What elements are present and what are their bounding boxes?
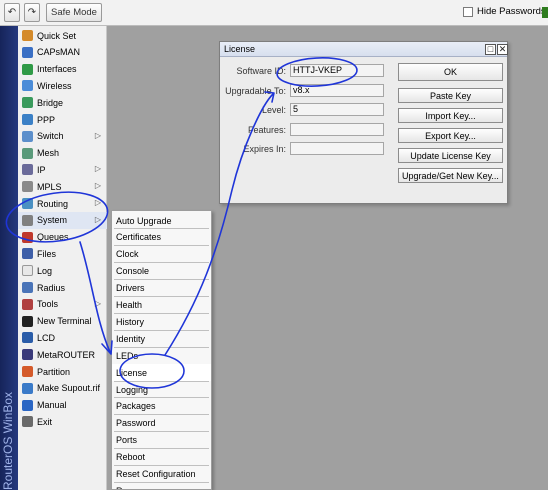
circle-license-item [119,353,185,389]
arrow-to-license [79,241,111,353]
arrow-to-software-id [164,93,274,356]
circle-routing-system [5,191,109,243]
hand-drawn-annotations [5,57,358,389]
circle-software-id [276,57,358,87]
